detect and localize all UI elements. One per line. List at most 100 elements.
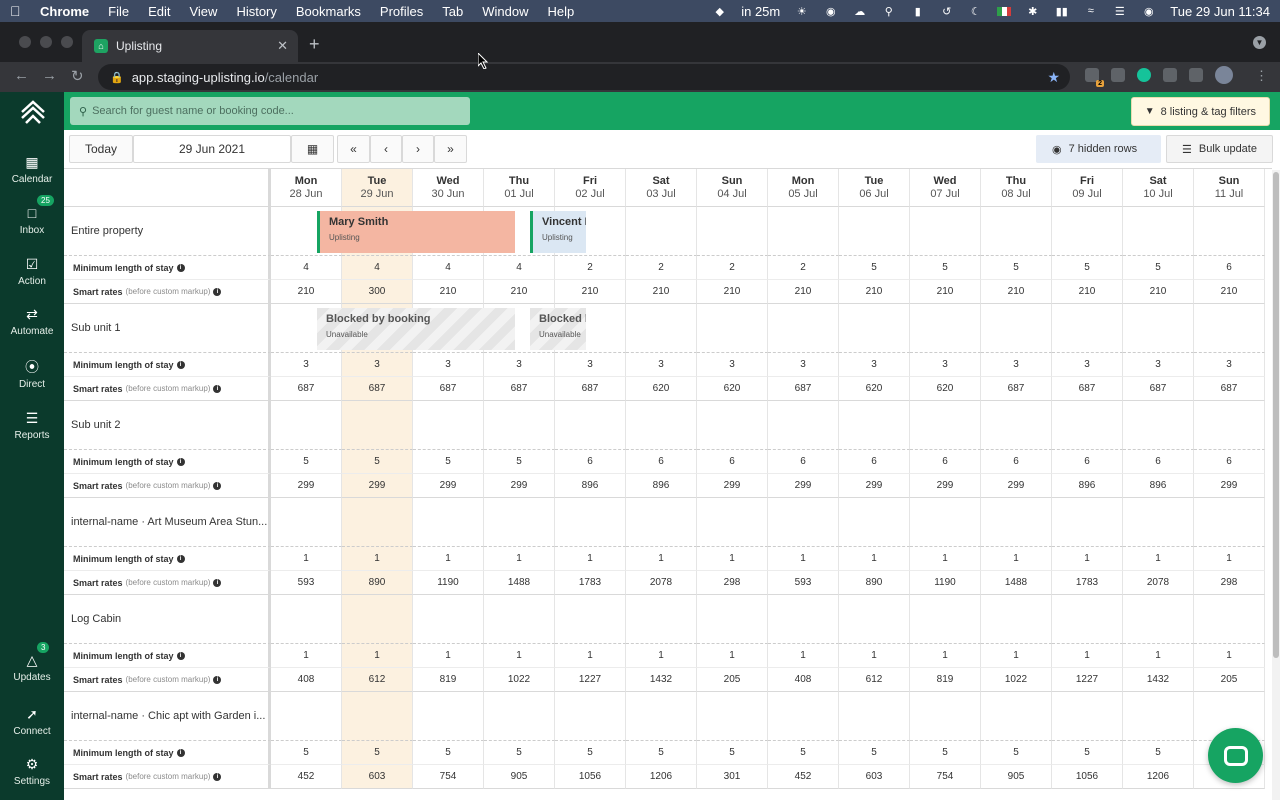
menu-bookmarks[interactable]: Bookmarks	[296, 4, 361, 19]
day-header[interactable]: Sun 11 Jul	[1194, 169, 1265, 207]
rate-cell[interactable]: 408	[768, 668, 839, 692]
property-name[interactable]: internal-name · Art Museum Area Stun...	[64, 498, 271, 547]
availability-cell[interactable]	[697, 692, 768, 741]
rate-cell[interactable]: 452	[271, 765, 342, 789]
rate-cell[interactable]: 1488	[981, 571, 1052, 595]
availability-cell[interactable]	[697, 401, 768, 450]
info-icon[interactable]: i	[176, 457, 185, 466]
min-stay-cell[interactable]: 6	[768, 450, 839, 474]
min-stay-cell[interactable]: 4	[342, 256, 413, 280]
min-stay-cell[interactable]: 1	[768, 644, 839, 668]
min-stay-cell[interactable]: 3	[342, 353, 413, 377]
rate-cell[interactable]: 687	[1194, 377, 1265, 401]
info-icon[interactable]: i	[176, 554, 185, 563]
availability-cell[interactable]	[768, 401, 839, 450]
rate-cell[interactable]: 205	[697, 668, 768, 692]
rate-cell[interactable]: 612	[342, 668, 413, 692]
availability-cell[interactable]	[1123, 401, 1194, 450]
info-icon[interactable]: i	[176, 263, 185, 272]
min-stay-cell[interactable]: 3	[555, 353, 626, 377]
availability-cell[interactable]	[555, 498, 626, 547]
rate-cell[interactable]: 890	[839, 571, 910, 595]
day-header[interactable]: Fri 02 Jul	[555, 169, 626, 207]
min-stay-cell[interactable]: 5	[342, 741, 413, 765]
min-stay-cell[interactable]: 6	[1194, 256, 1265, 280]
availability-cell[interactable]	[342, 498, 413, 547]
min-stay-cell[interactable]: 6	[910, 450, 981, 474]
booking-bar[interactable]: Vincent B Uplisting	[530, 211, 586, 253]
min-stay-cell[interactable]: 5	[839, 741, 910, 765]
availability-cell[interactable]	[1052, 207, 1123, 256]
min-stay-cell[interactable]: 3	[1123, 353, 1194, 377]
rate-cell[interactable]: 299	[910, 474, 981, 498]
min-stay-cell[interactable]: 1	[839, 547, 910, 571]
availability-cell[interactable]	[1052, 401, 1123, 450]
min-stay-cell[interactable]: 5	[484, 741, 555, 765]
rate-cell[interactable]: 210	[697, 280, 768, 304]
rate-cell[interactable]: 896	[1052, 474, 1123, 498]
day-header[interactable]: Sun 04 Jul	[697, 169, 768, 207]
moon-icon[interactable]: ☾	[968, 5, 983, 18]
min-stay-cell[interactable]: 5	[981, 741, 1052, 765]
rate-cell[interactable]: 603	[839, 765, 910, 789]
menu-profiles[interactable]: Profiles	[380, 4, 423, 19]
rate-cell[interactable]: 896	[1123, 474, 1194, 498]
property-name[interactable]: Entire property	[64, 207, 271, 256]
availability-cell[interactable]	[1194, 207, 1265, 256]
rate-cell[interactable]: 687	[1123, 377, 1194, 401]
scrollbar-thumb[interactable]	[1273, 172, 1279, 658]
date-input[interactable]: 29 Jun 2021	[133, 135, 291, 163]
sidebar-item-updates[interactable]: △ 3 Updates	[0, 642, 64, 683]
extension-info-icon[interactable]	[1111, 68, 1125, 82]
next-button[interactable]: ›	[402, 135, 434, 163]
availability-cell[interactable]	[271, 498, 342, 547]
rate-cell[interactable]: 210	[839, 280, 910, 304]
rate-cell[interactable]: 1190	[910, 571, 981, 595]
min-stay-cell[interactable]: 5	[768, 741, 839, 765]
back-icon[interactable]: ←	[14, 67, 29, 84]
info-icon[interactable]: i	[213, 384, 222, 393]
jump-forward-button[interactable]: »	[434, 135, 467, 163]
availability-cell[interactable]	[555, 401, 626, 450]
property-name[interactable]: Sub unit 2	[64, 401, 271, 450]
sidebar-item-action[interactable]: ☑ Action	[0, 256, 64, 287]
rate-cell[interactable]: 612	[839, 668, 910, 692]
rate-cell[interactable]: 210	[981, 280, 1052, 304]
availability-cell[interactable]	[981, 498, 1052, 547]
availability-cell[interactable]	[1194, 304, 1265, 353]
rate-cell[interactable]: 210	[555, 280, 626, 304]
flask-icon[interactable]	[1189, 68, 1203, 82]
uplisting-logo-icon[interactable]	[19, 100, 47, 124]
availability-cell[interactable]	[981, 692, 1052, 741]
min-stay-cell[interactable]: 2	[768, 256, 839, 280]
bookmark-star-icon[interactable]: ★	[1047, 69, 1060, 86]
min-stay-cell[interactable]: 3	[697, 353, 768, 377]
availability-cell[interactable]	[1052, 595, 1123, 644]
sun-icon[interactable]: ☀	[794, 5, 809, 18]
rate-cell[interactable]: 298	[1194, 571, 1265, 595]
min-stay-cell[interactable]: 4	[271, 256, 342, 280]
rate-cell[interactable]: 620	[697, 377, 768, 401]
availability-cell[interactable]	[413, 595, 484, 644]
min-stay-cell[interactable]: 5	[1052, 256, 1123, 280]
availability-cell[interactable]	[484, 401, 555, 450]
address-bar[interactable]: 🔒 app.staging-uplisting.io/calendar ★	[98, 64, 1070, 90]
availability-cell[interactable]	[981, 304, 1052, 353]
dropbox-icon[interactable]: ◆	[712, 5, 727, 18]
day-header[interactable]: Mon 28 Jun	[271, 169, 342, 207]
rate-cell[interactable]: 1432	[1123, 668, 1194, 692]
rate-cell[interactable]: 210	[484, 280, 555, 304]
min-stay-cell[interactable]: 1	[910, 644, 981, 668]
availability-cell[interactable]	[1194, 595, 1265, 644]
close-window-button[interactable]	[19, 36, 31, 48]
grammarly-icon[interactable]	[1137, 68, 1151, 82]
rate-cell[interactable]: 1783	[555, 571, 626, 595]
availability-cell[interactable]	[626, 207, 697, 256]
availability-cell[interactable]	[1052, 498, 1123, 547]
min-stay-cell[interactable]: 1	[910, 547, 981, 571]
hidden-rows-button[interactable]: ◉ 7 hidden rows	[1036, 135, 1161, 163]
day-header[interactable]: Thu 08 Jul	[981, 169, 1052, 207]
rate-cell[interactable]: 1227	[1052, 668, 1123, 692]
availability-cell[interactable]	[768, 498, 839, 547]
min-stay-cell[interactable]: 3	[839, 353, 910, 377]
